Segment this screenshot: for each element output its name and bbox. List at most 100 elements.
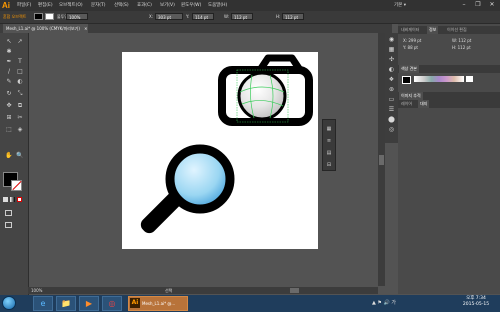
rotate-tool-icon[interactable]: ↻ — [4, 90, 14, 98]
swatches-panel-icon[interactable]: ▦ — [387, 46, 396, 54]
menu-view[interactable]: 보기(V) — [160, 1, 175, 10]
menu-object[interactable]: 오브젝트(O) — [59, 1, 83, 10]
hand-tool-icon[interactable]: ✋ — [4, 152, 14, 160]
clock-date: 2015-05-15 — [462, 302, 490, 307]
info-x: X: 299 pt — [403, 38, 422, 43]
camera-icon[interactable] — [218, 54, 313, 126]
x-field[interactable]: 303 pt — [155, 13, 183, 20]
h-label: H: — [276, 14, 281, 19]
illustrator-logo: Ai — [2, 1, 10, 10]
status-bar — [28, 287, 378, 294]
transparency-panel-icon[interactable]: ⬤ — [387, 116, 396, 124]
close-tab-icon[interactable]: ✕ — [84, 26, 87, 31]
current-color-swatch[interactable] — [402, 76, 411, 84]
magic-wand-tool-icon[interactable]: ✱ — [4, 48, 14, 56]
menu-file[interactable]: 파일(F) — [17, 1, 31, 10]
none-mode-icon[interactable] — [17, 197, 22, 202]
menu-help[interactable]: 도움말(H) — [208, 1, 227, 10]
graphic-styles-panel-icon[interactable]: ⊛ — [387, 86, 396, 94]
selection-type-label: 혼합 오브젝트 — [3, 14, 27, 19]
shape-builder-tool-icon[interactable]: ⧉ — [15, 102, 25, 110]
tab-path-edit[interactable]: 이이선 편집 — [445, 26, 469, 34]
align-icon[interactable]: ▦ — [325, 126, 333, 132]
rectangle-tool-icon[interactable]: □ — [15, 68, 25, 76]
illustrator-taskbar-icon: Ai — [130, 298, 140, 308]
line-tool-icon[interactable]: / — [4, 68, 14, 76]
type-tool-icon[interactable]: T — [15, 58, 25, 66]
transform-icon[interactable]: ▤ — [325, 150, 333, 156]
pencil-tool-icon[interactable]: ✎ — [4, 78, 14, 86]
stroke-swatch[interactable] — [45, 13, 54, 20]
color-spectrum[interactable] — [414, 76, 464, 82]
scale-tool-icon[interactable]: ⤡ — [15, 90, 25, 98]
document-title: Mesh_L1.ai* @ 100% (CMYK/미리보기) — [6, 26, 80, 31]
draw-mode-icon[interactable] — [5, 210, 12, 216]
menu-window[interactable]: 윈도우(W) — [181, 1, 201, 10]
color-panel-icon[interactable]: ◉ — [387, 36, 396, 44]
tab-navigator[interactable]: 내비게이터 — [399, 26, 421, 34]
h-field[interactable]: 112 pt — [282, 13, 304, 20]
system-tray[interactable]: ▲ ⚑ 🔊 가 — [372, 298, 396, 308]
stroke-color-box[interactable] — [11, 180, 22, 191]
appearance-panel-icon[interactable]: ◐ — [387, 66, 396, 74]
blob-brush-tool-icon[interactable]: ◐ — [15, 78, 25, 86]
white-swatch[interactable] — [466, 76, 473, 82]
pen-tool-icon[interactable]: ✒ — [4, 58, 14, 66]
artwork — [138, 54, 313, 236]
y-field[interactable]: 114 pt — [192, 13, 214, 20]
close-window-button[interactable]: ✕ — [486, 1, 498, 9]
symbols-panel-icon[interactable]: ❖ — [387, 76, 396, 84]
distribute-icon[interactable]: ≡ — [325, 138, 333, 144]
color-mode-icon[interactable] — [3, 197, 8, 202]
zoom-tool-icon[interactable]: 🔍 — [15, 152, 25, 160]
media-player-taskbar-icon[interactable]: ▶ — [79, 296, 99, 311]
fill-swatch[interactable] — [34, 13, 43, 20]
tab-swatches[interactable]: 색상 견본 — [399, 65, 419, 73]
free-transform-tool-icon[interactable]: ✥ — [4, 102, 14, 110]
mesh-tool-icon[interactable]: ⊞ — [4, 114, 14, 122]
none-slash-icon — [12, 180, 22, 191]
taskbar-clock[interactable]: 오후 7:34 2015-05-15 — [456, 296, 496, 308]
tab-artboards[interactable]: 대지 — [418, 100, 430, 108]
w-field[interactable]: 112 pt — [231, 13, 253, 20]
stroke-panel-icon[interactable]: ▭ — [387, 96, 396, 104]
workspace-switcher[interactable]: 기본 ▾ — [394, 1, 406, 10]
y-label: Y: — [186, 14, 190, 19]
zoom-level[interactable]: 100% — [31, 287, 42, 294]
menu-effect[interactable]: 효과(C) — [137, 1, 152, 10]
direct-selection-tool-icon[interactable]: ↗ — [15, 38, 25, 46]
menu-type[interactable]: 문자(T) — [91, 1, 106, 10]
pathfinder-icon[interactable]: ⊟ — [325, 162, 333, 168]
minimize-button[interactable]: – — [458, 1, 470, 9]
artboard-tool-icon[interactable]: ⬚ — [4, 126, 14, 134]
screen-mode-icon[interactable] — [5, 222, 12, 228]
chrome-taskbar-icon[interactable]: ◎ — [102, 296, 122, 311]
illustrator-taskbar-label: Mesh_L1.ai* @... — [142, 301, 176, 306]
layers-panel-icon[interactable]: ◎ — [387, 126, 396, 134]
symbol-tool-icon[interactable]: ◈ — [15, 126, 25, 134]
gradient-panel-icon[interactable]: ☰ — [387, 106, 396, 114]
magnifier-icon[interactable] — [138, 144, 235, 236]
brushes-panel-icon[interactable]: ✣ — [387, 56, 396, 64]
scissors-tool-icon[interactable]: ✂ — [15, 114, 25, 122]
selection-tool-icon[interactable]: ↖ — [4, 38, 14, 46]
ie-taskbar-icon[interactable]: e — [33, 296, 53, 311]
document-tab[interactable]: Mesh_L1.ai* @ 100% (CMYK/미리보기) ✕ — [3, 24, 88, 33]
menu-select[interactable]: 선택(S) — [114, 1, 129, 10]
opacity-field[interactable]: 100% — [66, 13, 88, 20]
info-y: Y: 88 pt — [403, 45, 418, 50]
start-button[interactable] — [2, 296, 16, 310]
info-h: H: 112 pt — [452, 45, 471, 50]
info-w: W: 112 pt — [452, 38, 472, 43]
current-tool-label: 선택 — [165, 288, 173, 293]
tab-info[interactable]: 정보 — [427, 26, 439, 34]
tab-layers[interactable]: 레이어 — [399, 100, 414, 108]
vertical-scroll-thumb[interactable] — [379, 155, 384, 165]
x-label: X: — [149, 14, 154, 19]
gradient-mode-icon[interactable] — [10, 197, 15, 202]
explorer-taskbar-icon[interactable]: 📁 — [56, 296, 76, 311]
menu-edit[interactable]: 편집(E) — [38, 1, 53, 10]
tab-image-trace[interactable]: 이미지 추적 — [399, 92, 423, 100]
horizontal-scroll-thumb[interactable] — [290, 288, 299, 293]
maximize-button[interactable]: ❐ — [472, 1, 484, 9]
